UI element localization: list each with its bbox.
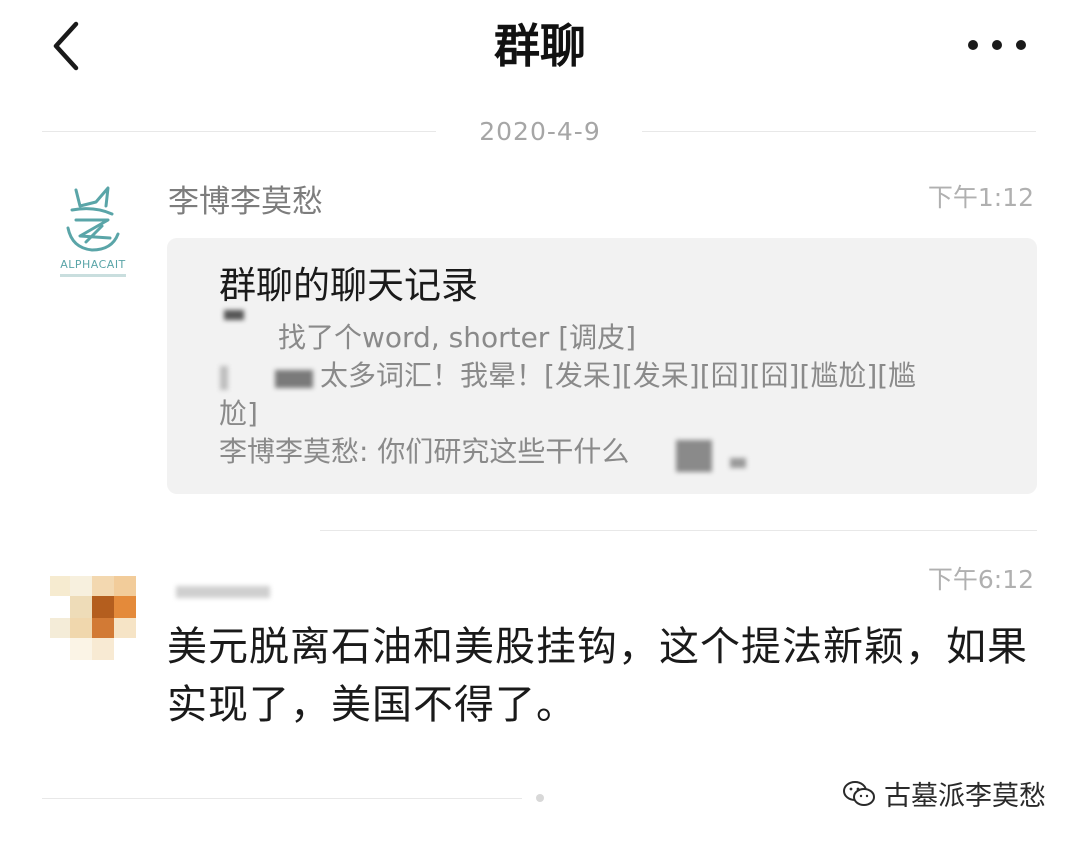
- message-time: 下午1:12: [927, 183, 1034, 212]
- page-title: 群聊: [494, 19, 586, 73]
- dot-indicator: [536, 794, 544, 802]
- date-separator: 2020-4-9: [479, 117, 601, 146]
- avatar-brand-text: ALPHACAIT: [60, 258, 126, 271]
- more-options-button[interactable]: [968, 34, 1026, 56]
- redacted-sender-name: [176, 586, 270, 598]
- more-dot: [1016, 40, 1026, 50]
- pixelated-avatar-icon: [50, 576, 142, 668]
- watermark-text: 古墓派李莫愁: [884, 781, 1046, 812]
- message-text: 美元脱离石油和美股挂钩，这个提法新颖，如果实现了，美国不得了。: [167, 624, 1028, 728]
- more-dots-icon: [968, 40, 978, 50]
- record-line: 尬]: [219, 397, 258, 430]
- watermark: 古墓派李莫愁: [842, 774, 1046, 813]
- divider: [320, 530, 1037, 531]
- message-time: 下午6:12: [927, 565, 1034, 594]
- sender-name: 李博李莫愁: [168, 184, 323, 220]
- record-line: 找了个word, shorter [调皮]: [278, 321, 637, 354]
- record-line: 李博李莫愁: 你们研究这些干什么: [219, 435, 630, 468]
- chat-record-title: 群聊的聊天记录: [219, 264, 478, 307]
- divider: [642, 131, 1036, 132]
- divider: [42, 131, 436, 132]
- wechat-icon: [843, 780, 875, 806]
- divider: [42, 798, 522, 799]
- redacted-name: [275, 370, 313, 388]
- avatar[interactable]: [50, 576, 142, 668]
- redacted-text: [676, 440, 712, 472]
- more-dot: [992, 40, 1002, 50]
- avatar-subtext: [60, 274, 126, 277]
- record-line: 太多词汇！我晕！[发呆][发呆][囧][囧][尴尬][尴: [320, 359, 917, 392]
- alpha-cat-logo: [66, 186, 120, 252]
- redacted-name: [220, 366, 228, 390]
- redacted-text: [730, 458, 746, 468]
- redacted-name: [224, 310, 244, 320]
- avatar[interactable]: ALPHACAIT: [46, 180, 140, 284]
